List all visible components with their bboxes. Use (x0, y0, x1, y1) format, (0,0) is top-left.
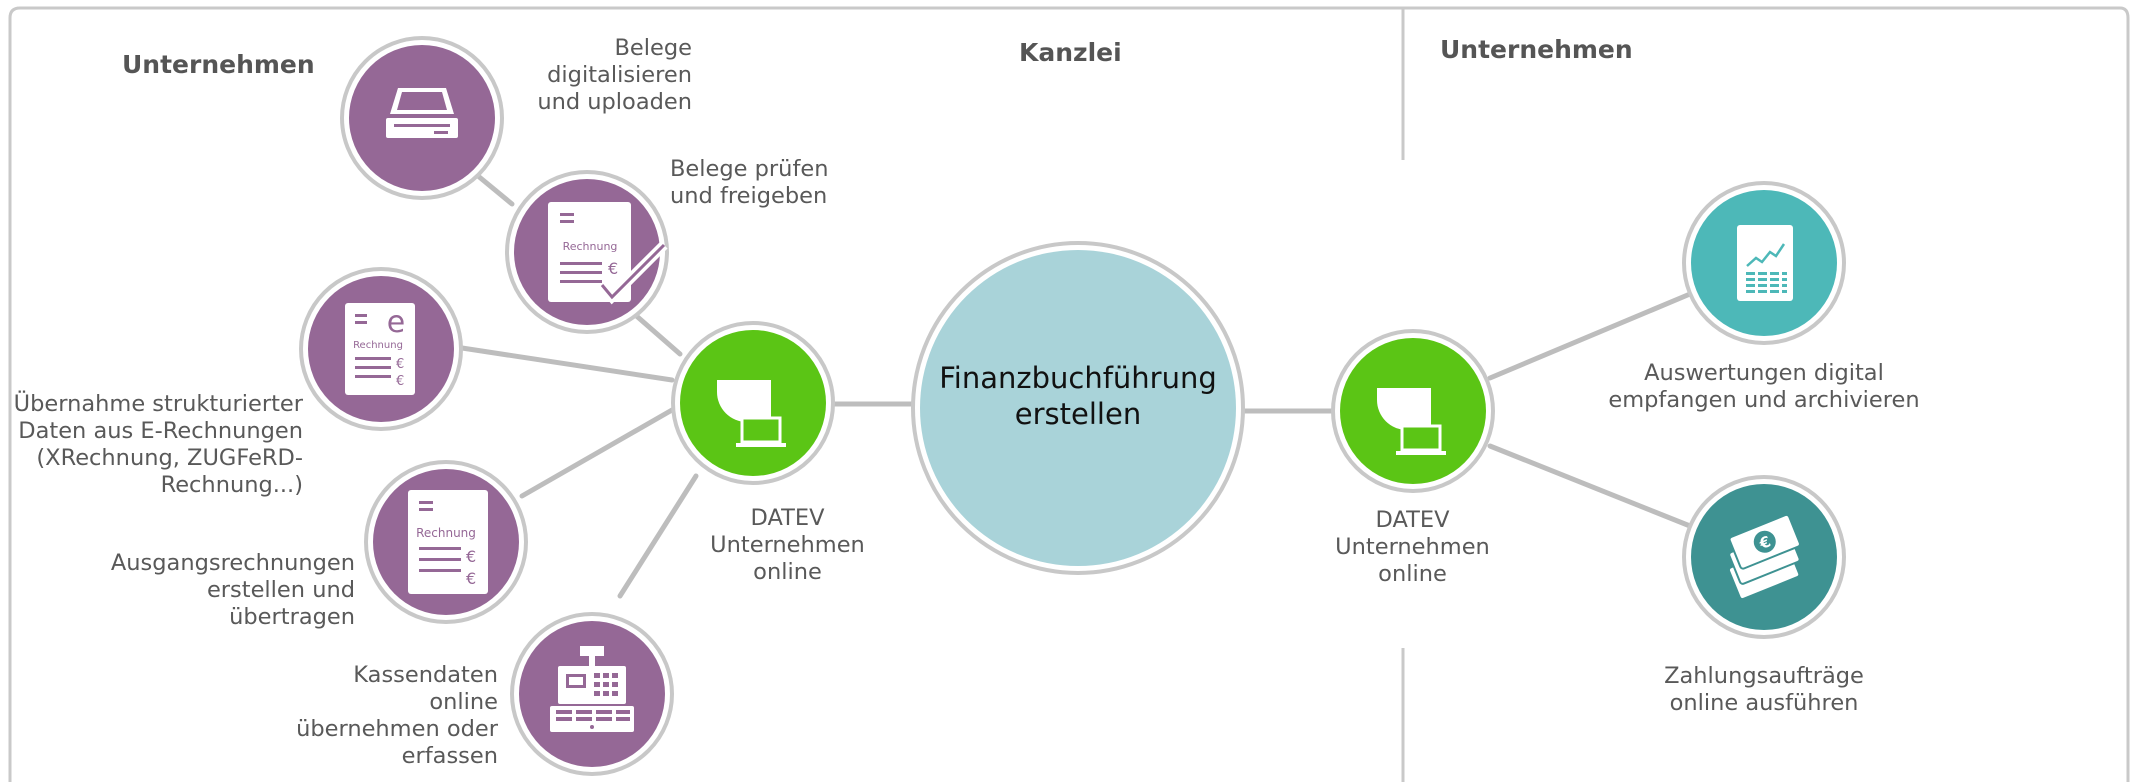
invoice-icon: Rechnung € € (408, 490, 488, 594)
header-left-company: Unternehmen (122, 50, 315, 79)
svg-text:€: € (608, 259, 618, 278)
check-label: Belege prüfen und freigeben (670, 156, 870, 210)
cash-label-line2: online (429, 689, 498, 715)
header-middle-firm: Kanzlei (1019, 38, 1122, 67)
outgoing-label-line1: Ausgangsrechnungen (110, 550, 355, 576)
einvoice-label: Übernahme strukturierter Daten aus E-Rec… (10, 391, 303, 499)
check-label-line2: und freigeben (670, 183, 828, 209)
outgoing-label-line3: übertragen (229, 604, 355, 630)
payments-label-line1: Zahlungsaufträge (1664, 663, 1864, 689)
scan-label-line3: und uploaden (537, 89, 692, 115)
svg-text:€: € (396, 374, 404, 389)
scan-label-line1: Belege (614, 35, 693, 61)
center-node-label: Finanzbuchführung erstellen (918, 360, 1238, 432)
right-hub-line2: Unternehmen (1335, 534, 1490, 560)
header-right-company: Unternehmen (1440, 35, 1633, 64)
cash-label-line4: erfassen (401, 743, 498, 769)
outgoing-icon-text: Rechnung (416, 526, 476, 540)
left-hub-line3: online (753, 559, 822, 585)
cash-label: Kassendaten online übernehmen oder erfas… (290, 662, 498, 770)
outgoing-label: Ausgangsrechnungen erstellen und übertra… (80, 550, 355, 631)
center-node-line2: erstellen (1014, 397, 1142, 431)
einvoice-node: e Rechnung € € (299, 267, 463, 431)
cash-node (510, 612, 674, 776)
right-hub-label: DATEV Unternehmen online (1305, 507, 1520, 588)
outgoing-label-line2: erstellen und (206, 577, 355, 603)
left-hub-label: DATEV Unternehmen online (680, 505, 895, 586)
einvoice-label-line1: Übernahme strukturierter (13, 391, 303, 417)
left-hub-line2: Unternehmen (710, 532, 865, 558)
payments-node: € (1682, 475, 1846, 639)
reports-label-line1: Auswertungen digital (1644, 360, 1884, 386)
einvoice-label-line4: Rechnung...) (160, 472, 303, 498)
svg-text:€: € (466, 547, 476, 566)
right-hub-node (1331, 329, 1495, 493)
svg-text:€: € (396, 357, 404, 372)
scan-node (340, 36, 504, 200)
einvoice-label-line3: (XRechnung, ZUGFeRD- (36, 445, 303, 471)
connector-outgoing-hub (519, 407, 675, 499)
reports-label: Auswertungen digital empfangen und archi… (1604, 360, 1924, 414)
right-hub-line3: online (1378, 561, 1447, 587)
e-invoice-icon: e Rechnung € € (345, 303, 415, 395)
scanner-icon (386, 88, 458, 138)
report-chart-icon (1737, 225, 1793, 301)
cash-label-line1: Kassendaten (353, 662, 498, 688)
connector-righthub-payments (1487, 443, 1693, 529)
einvoice-icon-text: Rechnung (353, 340, 403, 351)
connector-einvoice-hub (459, 345, 675, 383)
check-label-line1: Belege prüfen (670, 156, 829, 182)
outgoing-node: Rechnung € € (364, 460, 528, 624)
scan-label-line2: digitalisieren (547, 62, 692, 88)
right-hub-line1: DATEV (1375, 507, 1450, 533)
payments-label-line2: online ausführen (1669, 690, 1859, 716)
left-hub-node (671, 321, 835, 485)
reports-node (1682, 181, 1846, 345)
payments-label: Zahlungsaufträge online ausführen (1624, 663, 1904, 717)
scan-label: Belege digitalisieren und uploaden (520, 35, 692, 116)
check-icon-text: Rechnung (563, 240, 618, 253)
left-hub-line1: DATEV (750, 505, 825, 531)
svg-text:€: € (466, 569, 476, 588)
center-node-line1: Finanzbuchführung (939, 361, 1217, 395)
check-node: Rechnung € (505, 170, 669, 334)
diagram-canvas: Rechnung € e Rechnung € € Rechnung € € €… (0, 0, 2132, 782)
reports-label-line2: empfangen und archivieren (1608, 387, 1920, 413)
einvoice-label-line2: Daten aus E-Rechnungen (18, 418, 303, 444)
cash-label-line3: übernehmen oder (296, 716, 498, 742)
svg-text:e: e (387, 305, 405, 340)
